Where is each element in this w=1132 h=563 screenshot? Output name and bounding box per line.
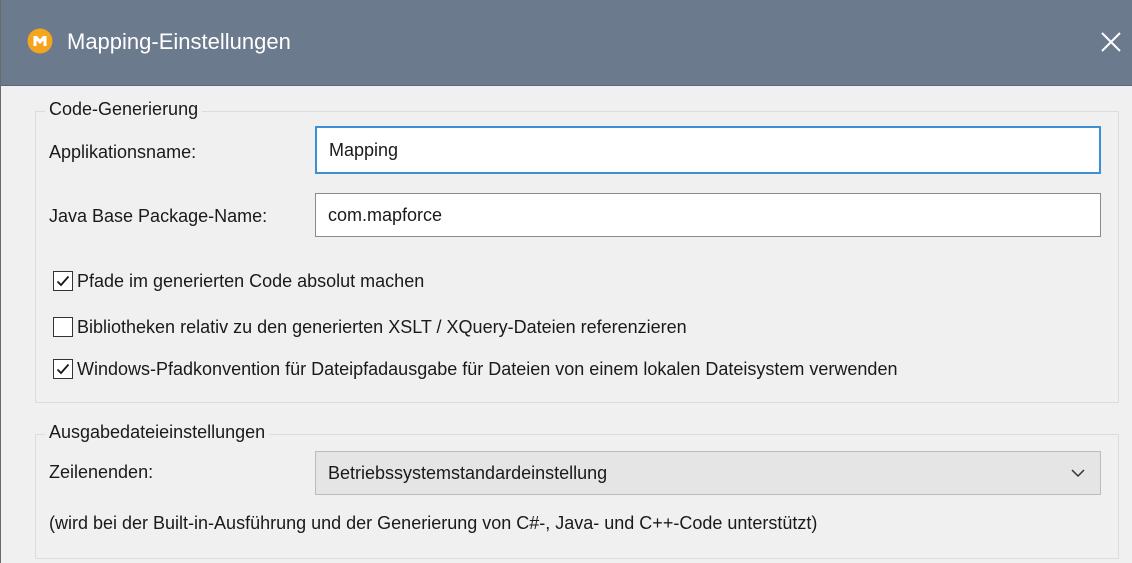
close-icon [1101,32,1121,52]
absolute-paths-label: Pfade im generierten Code absolut machen [77,271,425,291]
option-absolute-paths[interactable]: Pfade im generierten Code absolut machen [53,270,424,292]
output-support-note: (wird bei der Built-in-Ausführung und de… [49,513,818,533]
option-relative-libraries[interactable]: Bibliotheken relativ zu den generierten … [53,316,687,338]
relative-libraries-checkbox[interactable] [53,317,73,337]
windows-path-convention-label: Windows-Pfadkonvention für Dateipfadausg… [77,359,898,379]
code-generation-legend: Code-Generierung [45,98,203,120]
package-name-input[interactable] [315,193,1101,237]
absolute-paths-checkbox[interactable] [53,271,73,291]
chevron-down-icon [1071,469,1085,478]
output-settings-legend: Ausgabedateieinstellungen [45,421,270,443]
title-bar[interactable]: Mapping-Einstellungen [1,0,1132,86]
windows-path-convention-checkbox[interactable] [53,359,73,379]
app-name-label: Applikationsname: [49,142,197,162]
relative-libraries-label: Bibliotheken relativ zu den generierten … [77,317,687,337]
line-endings-value: Betriebssystemstandardeinstellung [328,463,608,483]
mapforce-logo-icon [27,28,53,54]
option-windows-path-convention[interactable]: Windows-Pfadkonvention für Dateipfadausg… [53,358,897,380]
window-title: Mapping-Einstellungen [67,29,291,54]
mapping-settings-dialog: Mapping-Einstellungen Code-Generierung A… [0,0,1132,563]
line-endings-label: Zeilenenden: [49,462,154,482]
app-name-input[interactable] [315,126,1101,174]
checkmark-icon [56,363,70,375]
line-endings-dropdown[interactable]: Betriebssystemstandardeinstellung [315,451,1101,495]
close-button[interactable] [1095,22,1127,62]
package-name-label: Java Base Package-Name: [49,206,268,226]
checkmark-icon [56,275,70,287]
